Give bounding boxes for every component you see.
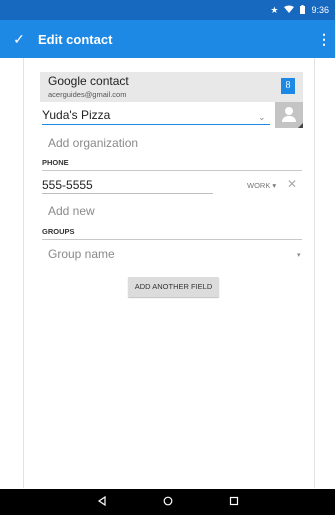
check-icon[interactable]: ✓: [0, 31, 38, 48]
person-icon: [285, 107, 293, 115]
avatar[interactable]: [275, 102, 303, 128]
app-bar: ✓ Edit contact ⋮: [0, 20, 335, 58]
person-icon-body: [282, 116, 296, 122]
add-another-field-button[interactable]: ADD ANOTHER FIELD: [128, 277, 219, 297]
back-icon[interactable]: [95, 495, 109, 509]
star-icon: ★: [270, 4, 279, 15]
phone-field[interactable]: 555-5555: [42, 178, 213, 194]
navigation-bar: [0, 489, 335, 515]
phone-type-label: WORK: [247, 181, 271, 190]
account-type-label: Google contact: [48, 74, 129, 88]
home-icon[interactable]: [161, 495, 175, 509]
group-name-field[interactable]: Group name: [48, 247, 115, 261]
dropdown-arrow-icon[interactable]: ▾: [297, 251, 301, 259]
google-icon: 8: [281, 78, 295, 94]
phone-section-header: PHONE: [42, 158, 302, 171]
recents-icon[interactable]: [227, 495, 241, 509]
wifi-icon: [284, 5, 295, 15]
groups-section-header: GROUPS: [42, 227, 302, 240]
avatar-corner: [298, 123, 303, 128]
organization-field[interactable]: Add organization: [48, 136, 138, 150]
close-icon[interactable]: ✕: [287, 177, 297, 191]
name-field[interactable]: Yuda's Pizza: [42, 108, 270, 125]
status-time: 9:36: [311, 5, 329, 15]
more-vert-icon[interactable]: ⋮: [313, 31, 335, 48]
page-title: Edit contact: [38, 31, 113, 47]
status-bar: ★ 9:36: [0, 0, 335, 20]
add-new-phone[interactable]: Add new: [48, 204, 95, 218]
phone-type-select[interactable]: WORK ▾: [247, 181, 276, 190]
battery-icon: [300, 4, 306, 16]
account-header: Google contact acerguides@gmail.com 8: [40, 72, 303, 102]
account-email: acerguides@gmail.com: [48, 90, 127, 99]
chevron-down-icon[interactable]: ⌄: [258, 112, 266, 123]
